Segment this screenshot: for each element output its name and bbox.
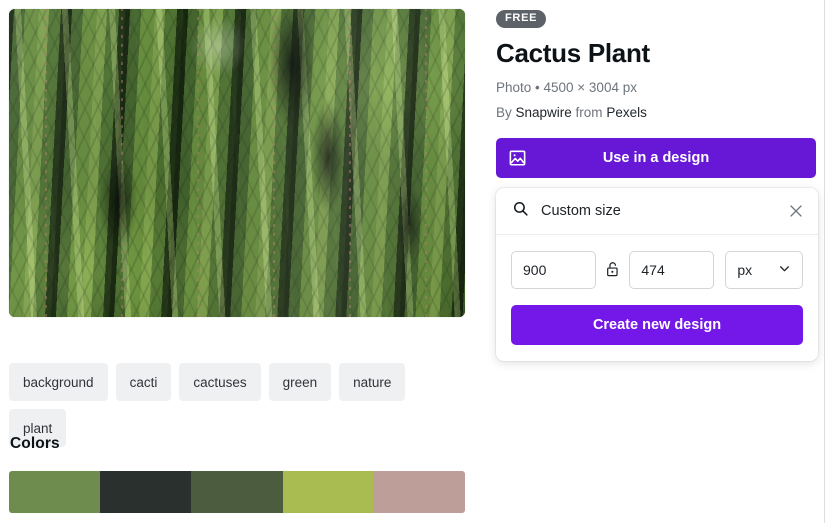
credit-middle: from	[571, 104, 607, 120]
width-input[interactable]	[511, 250, 596, 289]
media-meta: Photo • 4500 × 3004 px	[496, 79, 637, 95]
use-in-a-design-button[interactable]: Use in a design	[496, 137, 816, 178]
search-icon	[512, 200, 529, 222]
tag-chip[interactable]: background	[9, 363, 108, 401]
photo-preview[interactable]	[9, 9, 465, 317]
popup-search-row	[496, 188, 818, 235]
author-link[interactable]: Snapwire	[516, 105, 572, 120]
credit-line: By Snapwire from Pexels	[496, 105, 823, 120]
details-column: FREE Cactus Plant Photo • 4500 × 3004 px…	[496, 0, 823, 361]
media-detail-page: background cacti cactuses green nature p…	[0, 0, 825, 523]
color-swatch[interactable]	[100, 471, 192, 513]
tag-chip[interactable]: green	[268, 363, 332, 401]
tag-label: nature	[353, 374, 392, 390]
tag-label: background	[23, 374, 94, 390]
preview-column	[9, 9, 465, 317]
tag-label: plant	[23, 420, 53, 436]
tag-chip[interactable]: cactuses	[179, 363, 261, 401]
image-icon	[508, 148, 527, 167]
unit-select-value: px	[737, 261, 753, 278]
search-input[interactable]	[541, 202, 776, 219]
custom-size-popup: px Create new design	[496, 187, 818, 361]
source-link[interactable]: Pexels	[606, 105, 647, 120]
close-icon[interactable]	[788, 203, 804, 219]
cactus-plant-image	[9, 9, 465, 317]
credit-prefix: By	[496, 104, 516, 120]
status-badge: FREE	[496, 10, 547, 28]
unit-select[interactable]: px	[725, 250, 803, 289]
height-input[interactable]	[629, 250, 715, 289]
create-new-design-button[interactable]: Create new design	[511, 304, 803, 345]
color-swatch[interactable]	[191, 471, 283, 513]
tag-label: cacti	[129, 374, 158, 390]
color-swatch[interactable]	[373, 471, 465, 513]
tag-label: cactuses	[193, 374, 247, 390]
tag-label: green	[282, 374, 318, 390]
tag-chip[interactable]: cacti	[115, 363, 172, 401]
color-swatch-list	[9, 471, 465, 513]
chevron-down-icon	[778, 262, 791, 278]
color-swatch[interactable]	[282, 471, 374, 513]
page-title: Cactus Plant	[496, 38, 650, 68]
dimension-row: px	[496, 235, 818, 289]
tag-chip[interactable]: nature	[339, 363, 406, 401]
tag-list: background cacti cactuses green nature p…	[9, 363, 465, 447]
color-swatch[interactable]	[9, 471, 101, 513]
colors-heading: Colors	[10, 435, 60, 452]
unlock-icon[interactable]	[596, 261, 629, 278]
use-in-a-design-label: Use in a design	[602, 149, 710, 166]
